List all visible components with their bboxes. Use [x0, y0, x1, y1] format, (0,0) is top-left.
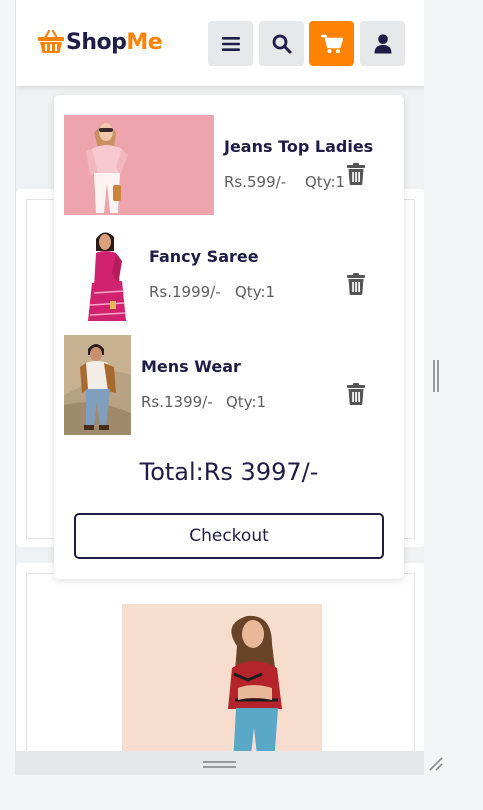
browser-viewport: ShopMe Jeans Top Ladies Rs.599/- Qty:1 F…	[15, 0, 424, 751]
site-header: ShopMe	[16, 0, 424, 86]
trash-icon[interactable]	[346, 383, 366, 405]
user-button[interactable]	[360, 21, 405, 66]
menu-icon	[221, 36, 240, 51]
horizontal-grip-icon	[203, 761, 236, 768]
basket-icon	[38, 29, 64, 53]
cart-item-name[interactable]: Jeans Top Ladies	[224, 137, 373, 156]
trash-icon[interactable]	[346, 163, 366, 185]
product-thumbnail[interactable]	[64, 115, 214, 215]
resize-handle-icon[interactable]	[428, 756, 444, 772]
cart-item-name[interactable]: Mens Wear	[141, 357, 241, 376]
cart-item-price: Rs.599/-	[224, 173, 287, 191]
cart-item-qty: Qty:1	[226, 393, 267, 411]
cart-item-qty: Qty:1	[305, 173, 346, 191]
product-image-woman[interactable]	[122, 604, 322, 751]
vertical-resize-grip[interactable]	[433, 360, 439, 392]
trash-icon[interactable]	[346, 273, 366, 295]
cart-dropdown: Jeans Top Ladies Rs.599/- Qty:1 Fancy Sa…	[54, 95, 404, 579]
cart-item: Fancy Saree Rs.1999/- Qty:1	[64, 225, 394, 325]
cart-item-price: Rs.1399/-	[141, 393, 213, 411]
product-thumbnail[interactable]	[74, 225, 139, 325]
cart-item-name[interactable]: Fancy Saree	[149, 247, 259, 266]
cart-item-qty: Qty:1	[235, 283, 276, 301]
cart-button[interactable]	[309, 21, 354, 66]
shopme-logo[interactable]: ShopMe	[36, 27, 163, 57]
checkout-button[interactable]: Checkout	[74, 513, 384, 559]
cart-item-price: Rs.1999/-	[149, 283, 221, 301]
cart-item: Jeans Top Ladies Rs.599/- Qty:1	[64, 115, 394, 215]
product-thumbnail[interactable]	[64, 335, 131, 435]
search-icon	[272, 34, 291, 53]
horizontal-resize-bar[interactable]	[15, 751, 424, 775]
cart-icon	[320, 34, 343, 53]
cart-total: Total:Rs 3997/-	[139, 458, 319, 486]
user-icon	[374, 33, 391, 53]
product-card	[16, 563, 424, 751]
cart-item: Mens Wear Rs.1399/- Qty:1	[64, 335, 394, 435]
logo-text-me: Me	[126, 29, 163, 55]
search-button[interactable]	[259, 21, 304, 66]
logo-text-shop: Shop	[66, 29, 127, 55]
menu-button[interactable]	[208, 21, 253, 66]
